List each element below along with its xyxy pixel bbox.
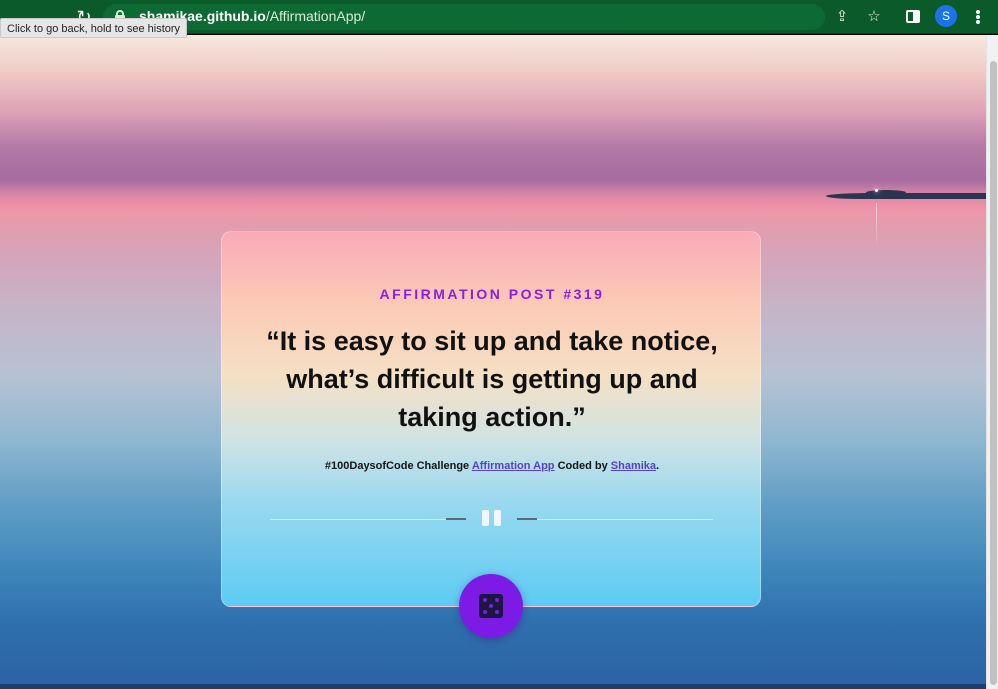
lighthouse-light xyxy=(875,189,878,192)
side-panel-icon[interactable] xyxy=(903,7,923,27)
dash-right xyxy=(517,518,537,520)
vertical-scrollbar[interactable] xyxy=(986,35,998,689)
profile-avatar[interactable]: S xyxy=(935,5,957,27)
bottom-strip xyxy=(0,684,986,689)
affirmation-quote: “It is easy to sit up and take notice, w… xyxy=(266,326,718,432)
credit-prefix: #100DaysofCode Challenge xyxy=(324,460,472,472)
pause-icon[interactable] xyxy=(480,510,504,528)
dice-icon xyxy=(479,594,503,618)
credit-suffix: . xyxy=(656,460,660,472)
island-silhouette xyxy=(826,190,986,199)
divider-left xyxy=(270,519,446,520)
back-button-tooltip: Click to go back, hold to see history xyxy=(0,18,188,38)
author-link[interactable]: Shamika xyxy=(611,460,656,472)
credit-middle: Coded by xyxy=(554,460,611,472)
light-reflection xyxy=(876,203,877,248)
scrollbar-thumb[interactable] xyxy=(990,61,997,685)
affirmation-card: AFFIRMATION POST #319 “It is easy to sit… xyxy=(221,231,761,607)
new-affirmation-dice-button[interactable] xyxy=(459,574,523,638)
share-icon[interactable]: ⇪ xyxy=(832,7,852,27)
address-bar[interactable]: shamikae.github.io/AffirmationApp/ xyxy=(103,4,825,30)
post-number-heading: AFFIRMATION POST #319 xyxy=(379,286,605,302)
url-path: /AffirmationApp/ xyxy=(265,8,366,24)
divider-right xyxy=(537,519,713,520)
affirmation-app-link[interactable]: Affirmation App xyxy=(472,460,555,472)
credit-line: #100DaysofCode Challenge Affirmation App… xyxy=(222,460,762,472)
star-icon[interactable]: ☆ xyxy=(864,7,884,27)
kebab-menu-icon[interactable] xyxy=(968,7,988,27)
dash-left xyxy=(446,518,466,520)
horizon-glow xyxy=(0,183,986,223)
